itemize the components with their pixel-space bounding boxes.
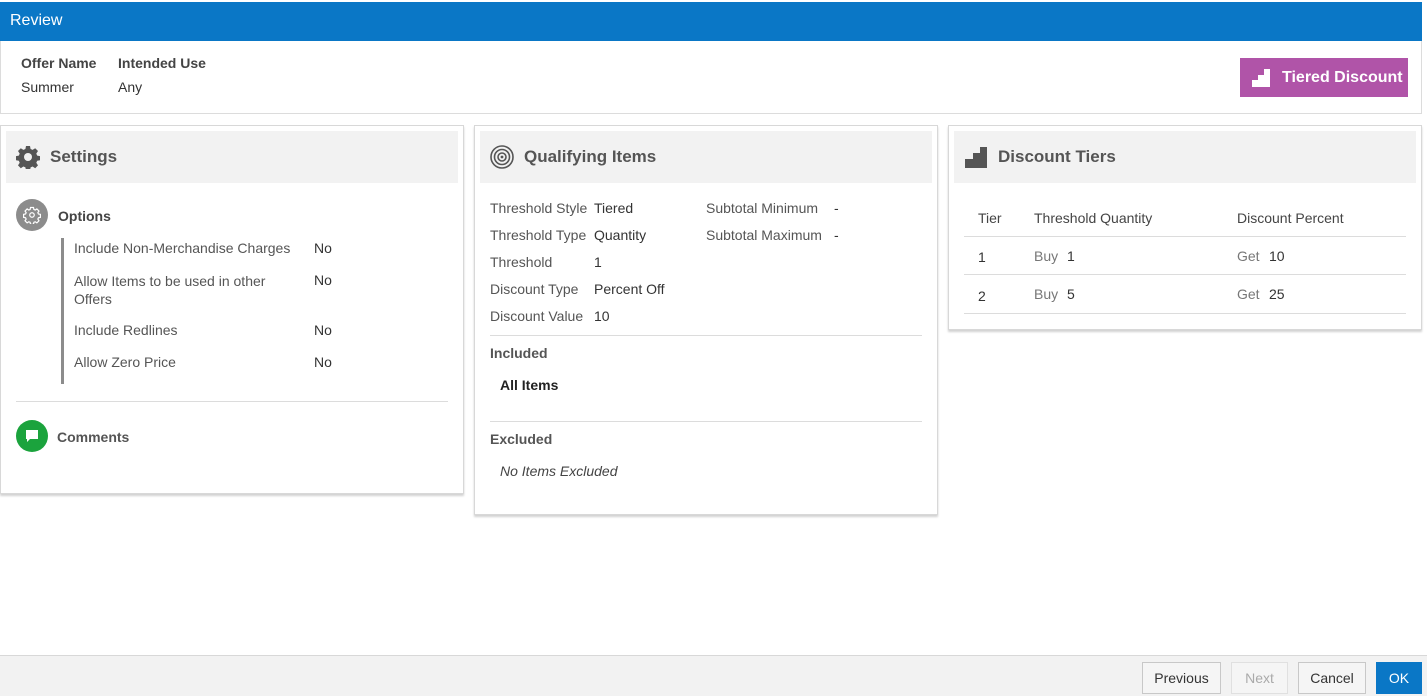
column-header-discount-percent: Discount Percent <box>1237 210 1344 226</box>
offer-name-value: Summer <box>21 79 74 95</box>
tiered-discount-badge: Tiered Discount <box>1240 58 1408 97</box>
intended-use-value: Any <box>118 79 143 95</box>
field-label: Threshold Type <box>490 227 587 243</box>
speech-bubble-icon <box>26 430 38 442</box>
included-title: Included <box>490 345 548 361</box>
field-label: Subtotal Minimum <box>706 200 819 216</box>
field-label: Discount Type <box>490 281 579 297</box>
options-icon <box>16 199 48 231</box>
table-row: 2 Buy 5 Get 25 <box>964 275 1406 314</box>
buy-label: Buy <box>1034 248 1059 264</box>
option-value: No <box>314 354 332 370</box>
option-label: Allow Zero Price <box>74 354 176 370</box>
intended-use-label: Intended Use <box>118 55 206 71</box>
qualifying-items-card: Qualifying Items Threshold Style Tiered … <box>474 125 938 515</box>
option-label: Include Non-Merchandise Charges <box>74 240 291 256</box>
stairs-icon <box>965 147 987 168</box>
divider <box>490 421 922 422</box>
field-value: Percent Off <box>594 281 665 297</box>
option-label: Allow Items to be used in other Offers <box>74 273 266 307</box>
offer-name-label: Offer Name <box>21 55 97 71</box>
excluded-title: Excluded <box>490 431 553 447</box>
field-value: Tiered <box>594 200 634 216</box>
get-value: 10 <box>1269 248 1285 264</box>
target-icon <box>490 145 514 169</box>
offer-name-field: Offer Name Summer <box>21 55 96 95</box>
option-label: Include Redlines <box>74 322 178 338</box>
options-bar <box>61 238 64 384</box>
settings-title: Settings <box>50 147 118 166</box>
excluded-value: No Items Excluded <box>500 463 618 479</box>
settings-header: Settings <box>6 131 458 183</box>
comments-title[interactable]: Comments <box>57 429 129 445</box>
tiers-table-header: Tier Threshold Quantity Discount Percent <box>964 191 1406 237</box>
buy-value: 5 <box>1067 286 1075 302</box>
window-title: Review <box>0 2 1422 41</box>
field-label: Subtotal Maximum <box>706 227 822 243</box>
intended-use-field: Intended Use Any <box>118 55 206 95</box>
field-value: Quantity <box>594 227 647 243</box>
stairs-icon <box>1252 68 1270 87</box>
tiered-discount-label: Tiered Discount <box>1282 68 1403 86</box>
buy-value: 1 <box>1067 248 1075 264</box>
discount-tiers-title: Discount Tiers <box>998 147 1116 166</box>
qualifying-items-header: Qualifying Items <box>480 131 932 183</box>
option-value: No <box>314 272 332 288</box>
offer-header: Offer Name Summer Intended Use Any Tiere… <box>0 41 1422 114</box>
tier-number: 2 <box>978 288 986 304</box>
cancel-button[interactable]: Cancel <box>1298 662 1366 694</box>
field-value: 10 <box>594 308 610 324</box>
next-button[interactable]: Next <box>1231 662 1288 694</box>
buy-label: Buy <box>1034 286 1059 302</box>
column-header-tier: Tier <box>978 210 1002 226</box>
options-title: Options <box>58 208 111 224</box>
divider <box>16 401 448 402</box>
ok-button[interactable]: OK <box>1376 662 1422 694</box>
field-value: - <box>834 227 839 243</box>
comments-icon <box>16 420 48 452</box>
get-label: Get <box>1237 248 1260 264</box>
field-label: Threshold <box>490 254 553 270</box>
get-value: 25 <box>1269 286 1285 302</box>
get-label: Get <box>1237 286 1260 302</box>
field-value: 1 <box>594 254 602 270</box>
discount-tiers-header: Discount Tiers <box>954 131 1416 183</box>
footer-bar: Previous Next Cancel OK <box>0 655 1427 696</box>
tier-number: 1 <box>978 249 986 265</box>
discount-tiers-card: Discount Tiers Tier Threshold Quantity D… <box>948 125 1422 330</box>
settings-card: Settings Options Include Non-Merchandise… <box>0 125 464 494</box>
option-value: No <box>314 322 332 338</box>
previous-button[interactable]: Previous <box>1142 662 1221 694</box>
option-value: No <box>314 240 332 256</box>
divider <box>490 335 922 336</box>
field-label: Threshold Style <box>490 200 588 216</box>
included-value: All Items <box>500 377 559 393</box>
field-label: Discount Value <box>490 308 584 324</box>
column-header-threshold-quantity: Threshold Quantity <box>1034 210 1153 226</box>
field-value: - <box>834 200 839 216</box>
gear-icon <box>16 146 40 169</box>
gear-icon <box>23 206 41 224</box>
qualifying-items-title: Qualifying Items <box>524 147 657 166</box>
table-row: 1 Buy 1 Get 10 <box>964 237 1406 275</box>
